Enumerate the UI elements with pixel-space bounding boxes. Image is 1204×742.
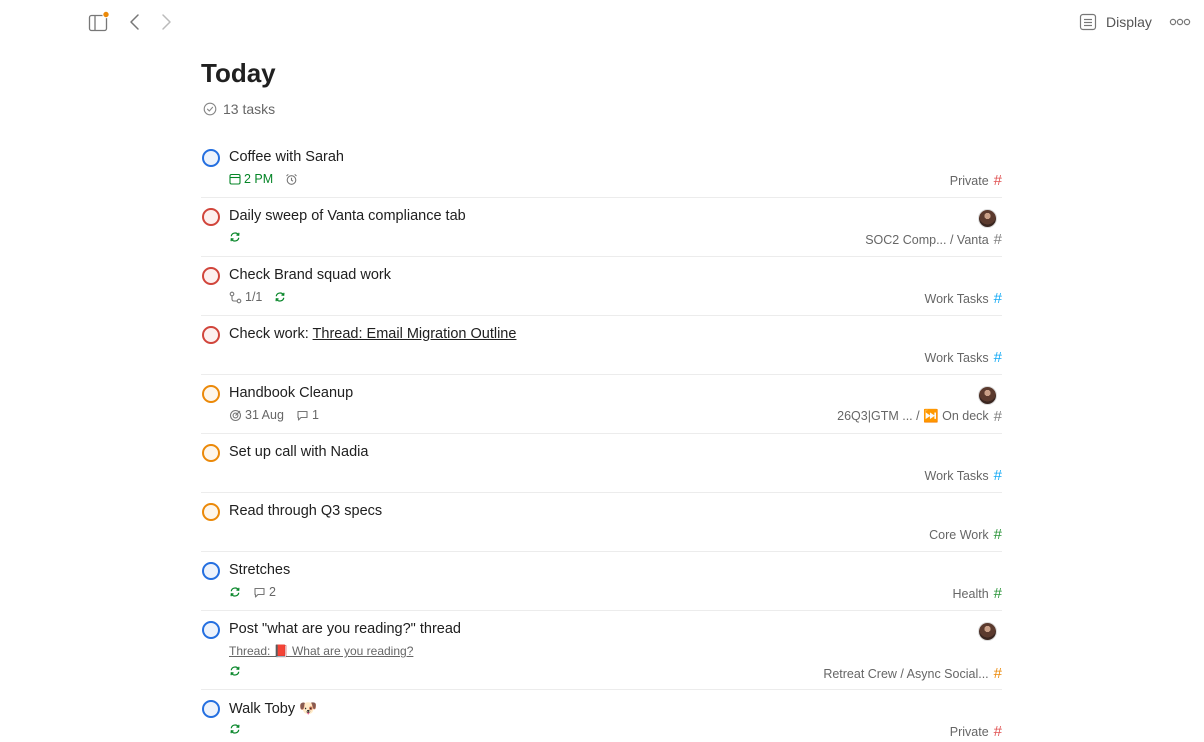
recurring-icon [230, 587, 240, 597]
project-hash-icon: # [993, 526, 1002, 543]
task-checkbox[interactable] [202, 621, 220, 639]
project-hash-icon: # [993, 349, 1002, 366]
task-checkbox[interactable] [202, 208, 220, 226]
task-project[interactable]: 26Q3|GTM ... / ⏭️ On deck # [837, 408, 1002, 425]
recurring-icon [275, 292, 285, 302]
task-title[interactable]: Stretches [229, 562, 290, 578]
task-project[interactable]: Work Tasks # [925, 290, 1002, 307]
task-title[interactable]: Check work: Thread: Email Migration Outl… [229, 326, 516, 342]
task-count: 13 tasks [203, 101, 275, 117]
assignee-avatar[interactable] [978, 386, 997, 405]
task-project[interactable]: Retreat Crew / Async Social... # [823, 665, 1002, 682]
task-item[interactable]: Walk Toby 🐶 Private # [201, 690, 1002, 742]
task-checkbox[interactable] [202, 444, 220, 462]
task-project[interactable]: Core Work # [929, 526, 1002, 543]
task-checkbox[interactable] [202, 267, 220, 285]
task-list: Coffee with Sarah 2 PM Private # Daily s… [201, 139, 1002, 742]
alarm-icon [286, 173, 298, 185]
task-item[interactable]: Handbook Cleanup 31 Aug 1 26Q3|GTM ... /… [201, 375, 1002, 434]
recurring-icon [230, 724, 240, 734]
task-project[interactable]: Health # [953, 585, 1002, 602]
back-button[interactable] [124, 10, 146, 34]
assignee-avatar[interactable] [978, 622, 997, 641]
task-checkbox[interactable] [202, 562, 220, 580]
chevron-left-icon [130, 14, 139, 30]
check-circle-icon [203, 102, 217, 116]
project-hash-icon: # [993, 290, 1002, 307]
task-checkbox[interactable] [202, 385, 220, 403]
task-title[interactable]: Check Brand squad work [229, 267, 391, 283]
task-title[interactable]: Coffee with Sarah [229, 149, 344, 165]
project-hash-icon: # [993, 665, 1002, 682]
comment-icon [254, 587, 265, 598]
task-item[interactable]: Coffee with Sarah 2 PM Private # [201, 139, 1002, 198]
task-title[interactable]: Walk Toby 🐶 [229, 700, 317, 717]
task-count-label: 13 tasks [223, 101, 276, 117]
task-item[interactable]: Read through Q3 specs Core Work # [201, 493, 1002, 552]
sidebar-icon [88, 11, 109, 32]
task-item[interactable]: Post "what are you reading?" thread Thre… [201, 611, 1002, 690]
task-item[interactable]: Daily sweep of Vanta compliance tab SOC2… [201, 198, 1002, 257]
comment-count[interactable]: 2 [253, 585, 276, 599]
page-title: Today [201, 58, 276, 88]
display-button[interactable]: Display [1074, 8, 1156, 36]
task-title[interactable]: Set up call with Nadia [229, 444, 368, 460]
deadline-icon [229, 409, 242, 421]
thread-link[interactable]: Thread: 📕 What are you reading? [229, 644, 413, 658]
task-checkbox[interactable] [202, 149, 220, 167]
due-date[interactable]: 2 PM [229, 172, 273, 186]
task-item[interactable]: Check Brand squad work 1/1 Work Tasks # [201, 257, 1002, 316]
subtask-icon [229, 291, 242, 303]
project-hash-icon: # [993, 231, 1002, 248]
assignee-avatar[interactable] [978, 209, 997, 228]
subtask-count[interactable]: 1/1 [229, 290, 262, 304]
chevron-right-icon [162, 14, 171, 30]
task-item[interactable]: Stretches 2 Health # [201, 552, 1002, 611]
task-project[interactable]: SOC2 Comp... / Vanta # [865, 231, 1002, 248]
sidebar-toggle-button[interactable] [86, 10, 110, 34]
task-meta: 2 PM [229, 172, 298, 186]
more-options-button[interactable] [1166, 10, 1194, 34]
task-meta: 31 Aug 1 [229, 408, 319, 422]
task-meta [229, 231, 241, 243]
recurring-icon [230, 666, 240, 676]
task-meta [229, 723, 241, 735]
notification-dot [102, 11, 109, 19]
task-title[interactable]: Post "what are you reading?" thread [229, 621, 461, 637]
task-checkbox[interactable] [202, 326, 220, 344]
project-hash-icon: # [993, 408, 1002, 425]
task-project[interactable]: Private # [950, 723, 1002, 740]
task-meta: 2 [229, 585, 276, 599]
task-project[interactable]: Work Tasks # [925, 467, 1002, 484]
task-meta: 1/1 [229, 290, 286, 304]
display-icon [1079, 13, 1097, 31]
project-hash-icon: # [993, 467, 1002, 484]
forward-button[interactable] [155, 10, 177, 34]
display-label: Display [1106, 14, 1152, 30]
more-icon [1169, 18, 1191, 26]
project-hash-icon: # [993, 172, 1002, 189]
task-meta [229, 665, 241, 677]
comment-icon [297, 410, 308, 421]
task-title[interactable]: Read through Q3 specs [229, 503, 382, 519]
deadline[interactable]: 31 Aug [229, 408, 284, 422]
project-hash-icon: # [993, 585, 1002, 602]
task-item[interactable]: Check work: Thread: Email Migration Outl… [201, 316, 1002, 375]
task-item[interactable]: Set up call with Nadia Work Tasks # [201, 434, 1002, 493]
task-title[interactable]: Daily sweep of Vanta compliance tab [229, 208, 466, 224]
task-checkbox[interactable] [202, 700, 220, 718]
thread-link[interactable]: Thread: Email Migration Outline [313, 326, 517, 342]
task-project[interactable]: Private # [950, 172, 1002, 189]
top-bar: Display [0, 0, 1204, 44]
task-title[interactable]: Handbook Cleanup [229, 385, 353, 401]
project-hash-icon: # [993, 723, 1002, 740]
task-project[interactable]: Work Tasks # [925, 349, 1002, 366]
comment-count[interactable]: 1 [296, 408, 319, 422]
calendar-icon [229, 173, 241, 185]
recurring-icon [230, 232, 240, 242]
task-checkbox[interactable] [202, 503, 220, 521]
